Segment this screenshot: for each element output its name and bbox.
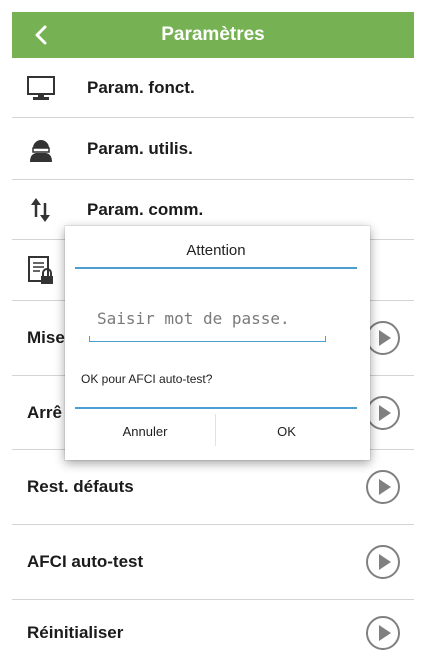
- password-input[interactable]: [89, 300, 325, 336]
- play-button[interactable]: [364, 468, 402, 506]
- menu-item-label: Param. comm.: [87, 199, 204, 219]
- password-input-underline: [89, 336, 326, 342]
- dialog-divider: [75, 407, 357, 409]
- menu-item-label: Param. fonct.: [87, 77, 195, 97]
- action-row-afci-auto-test: AFCI auto-test: [12, 525, 414, 600]
- play-circle-icon: [366, 395, 400, 430]
- dialog-title-divider: [75, 267, 357, 269]
- cancel-button[interactable]: Annuler: [75, 412, 215, 450]
- app-header: Paramètres: [12, 12, 414, 58]
- play-button[interactable]: [364, 543, 402, 581]
- status-bar: [0, 0, 425, 12]
- action-label: Réinitialiser: [27, 622, 124, 642]
- chevron-left-icon: [35, 25, 47, 45]
- monitor-icon: [26, 73, 56, 103]
- action-label: Mise: [27, 328, 65, 347]
- play-button[interactable]: [364, 614, 402, 652]
- play-circle-icon: [366, 545, 400, 579]
- action-label: Arrê: [27, 402, 62, 422]
- action-row-reinitialiser: Réinitialiser: [12, 600, 414, 665]
- action-row-rest-defauts: Rest. défauts: [12, 450, 414, 525]
- dialog-message: OK pour AFCI auto-test?: [81, 372, 213, 386]
- action-label: Rest. défauts: [27, 477, 134, 496]
- play-circle-icon: [366, 321, 400, 355]
- play-circle-icon: [366, 615, 400, 650]
- menu-item-param-fonct[interactable]: Param. fonct.: [12, 58, 414, 118]
- up-down-arrows-icon: [26, 195, 56, 225]
- locked-document-icon: [26, 255, 56, 285]
- attention-dialog: Attention OK pour AFCI auto-test? Annule…: [65, 226, 370, 460]
- menu-item-param-utilis[interactable]: Param. utilis.: [12, 118, 414, 180]
- user-icon: [26, 134, 56, 164]
- dialog-title: Attention: [186, 242, 246, 259]
- back-button[interactable]: [26, 20, 56, 50]
- menu-item-label: Param. utilis.: [87, 138, 193, 158]
- action-label: AFCI auto-test: [27, 552, 144, 571]
- play-circle-icon: [366, 470, 400, 504]
- page-title: Paramètres: [161, 24, 265, 45]
- ok-button[interactable]: OK: [216, 412, 357, 450]
